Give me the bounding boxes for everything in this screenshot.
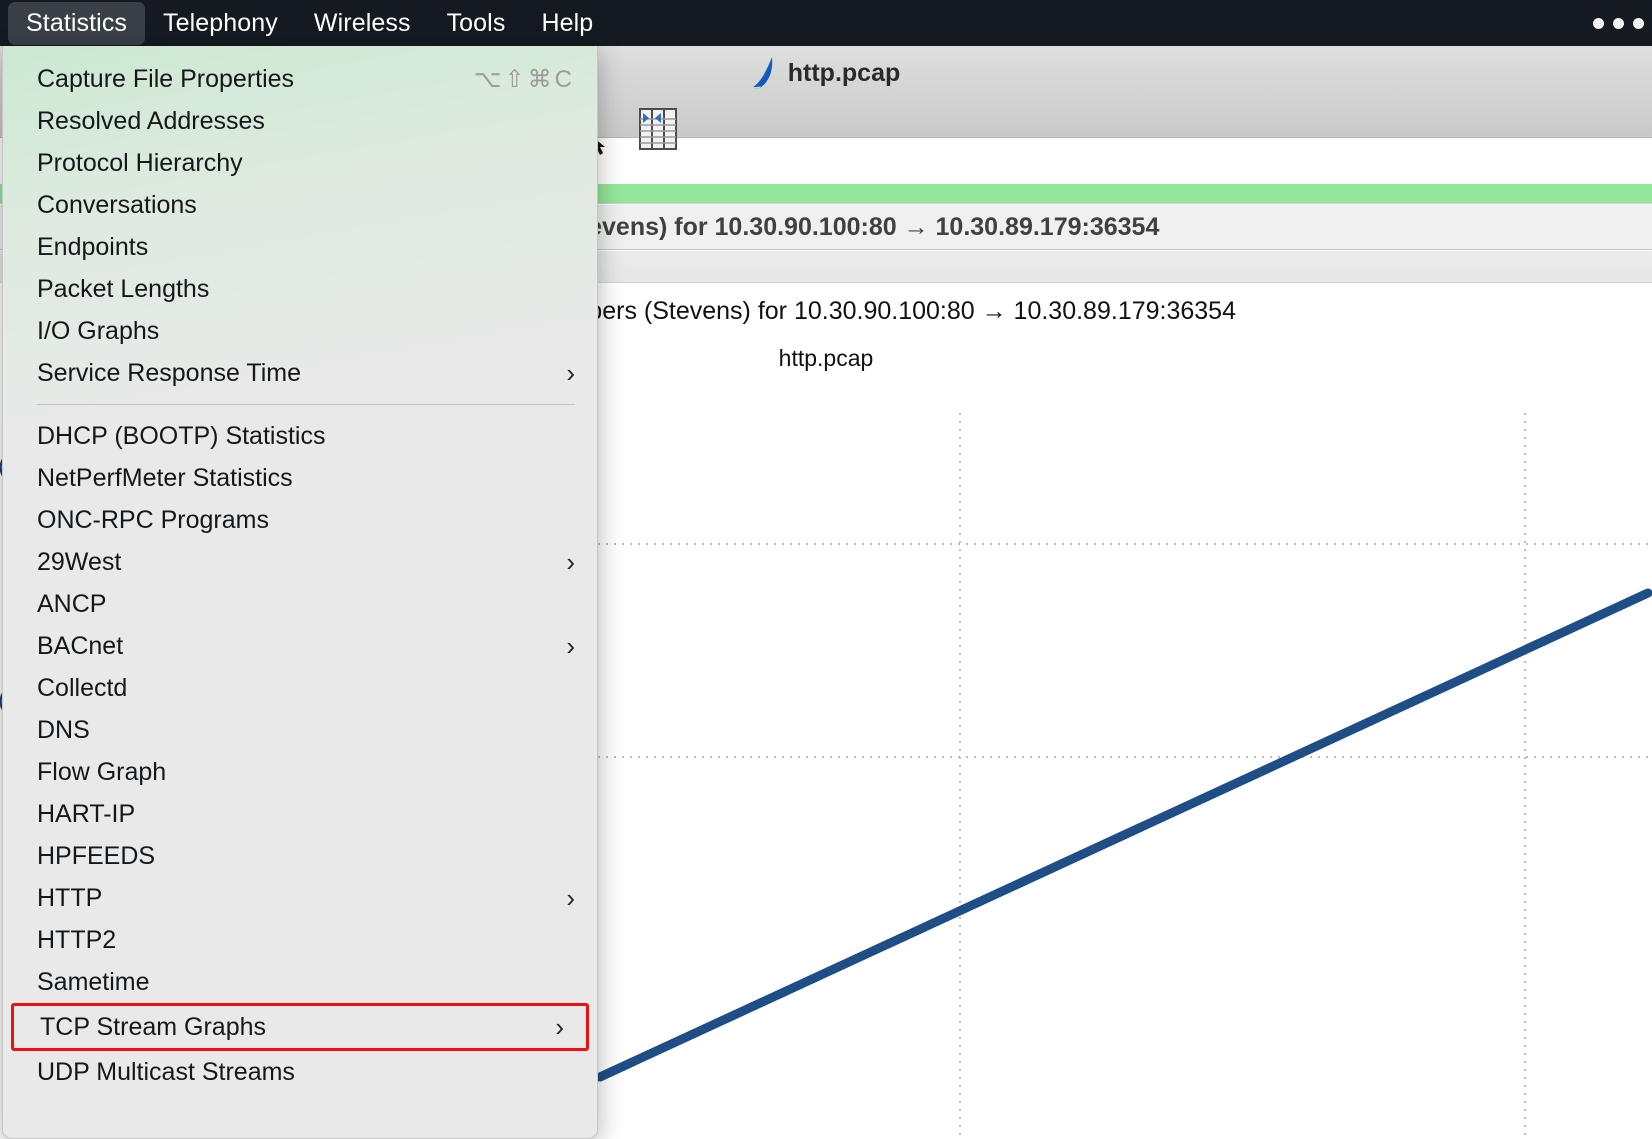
menu-item-label: Resolved Addresses — [37, 106, 265, 135]
menubar-item-telephony[interactable]: Telephony — [145, 2, 296, 45]
menu-item-dns[interactable]: DNS — [3, 709, 597, 751]
menu-item-dhcp-bootp-statistics[interactable]: DHCP (BOOTP) Statistics — [3, 415, 597, 457]
menu-item-label: Protocol Hierarchy — [37, 148, 243, 177]
menu-item-label: ANCP — [37, 589, 107, 618]
menu-item-label: I/O Graphs — [37, 316, 160, 345]
menubar-item-label: Telephony — [163, 8, 278, 37]
menu-item-conversations[interactable]: Conversations — [3, 184, 597, 226]
menu-item-label: NetPerfMeter Statistics — [37, 463, 293, 492]
chevron-right-icon: › — [566, 547, 575, 577]
menubar-item-label: Help — [541, 8, 594, 37]
menu-item-label: Capture File Properties — [37, 64, 295, 93]
menu-item-label: HTTP — [37, 883, 103, 912]
menu-item-label: HTTP2 — [37, 925, 117, 954]
chevron-right-icon: › — [566, 358, 575, 388]
menu-item-shortcut: ⌥⇧⌘C — [473, 65, 575, 93]
column-align-icon[interactable] — [638, 107, 678, 151]
menu-item-label: Flow Graph — [37, 757, 167, 786]
menu-item-capture-file-properties[interactable]: Capture File Properties ⌥⇧⌘C — [3, 58, 597, 100]
menu-item-label: Packet Lengths — [37, 274, 210, 303]
window-title: http.pcap — [787, 58, 901, 87]
menu-item-label: BACnet — [37, 631, 124, 660]
menu-item-label: Collectd — [37, 673, 128, 702]
menubar-item-tools[interactable]: Tools — [429, 2, 524, 45]
menu-item-sametime[interactable]: Sametime — [3, 961, 597, 1003]
menu-item-protocol-hierarchy[interactable]: Protocol Hierarchy — [3, 142, 597, 184]
menu-item-netperfmeter-statistics[interactable]: NetPerfMeter Statistics — [3, 457, 597, 499]
chevron-right-icon: › — [555, 1012, 564, 1042]
statistics-dropdown-menu[interactable]: Capture File Properties ⌥⇧⌘C Resolved Ad… — [2, 46, 598, 1139]
data-line-sequence-numbers — [595, 588, 1652, 1082]
menu-separator — [37, 404, 575, 405]
menu-item-tcp-stream-graphs[interactable]: TCP Stream Graphs › — [11, 1003, 589, 1051]
menu-item-onc-rpc-programs[interactable]: ONC-RPC Programs — [3, 499, 597, 541]
menu-item-endpoints[interactable]: Endpoints — [3, 226, 597, 268]
menu-item-http[interactable]: HTTP › — [3, 877, 597, 919]
menubar-item-wireless[interactable]: Wireless — [296, 2, 429, 45]
menu-item-label: Conversations — [37, 190, 197, 219]
menu-item-label: 29West — [37, 547, 122, 576]
menu-item-hpfeeds[interactable]: HPFEEDS — [3, 835, 597, 877]
menu-item-flow-graph[interactable]: Flow Graph — [3, 751, 597, 793]
menu-item-label: HPFEEDS — [37, 841, 156, 870]
menu-item-udp-multicast-streams[interactable]: UDP Multicast Streams — [3, 1051, 597, 1093]
menu-item-label: Service Response Time — [37, 358, 302, 387]
menu-item-29west[interactable]: 29West › — [3, 541, 597, 583]
menubar-item-label: Statistics — [26, 8, 128, 37]
menu-item-label: Sametime — [37, 967, 150, 996]
menubar-item-label: Wireless — [313, 8, 411, 37]
ellipsis-icon[interactable] — [1593, 17, 1652, 29]
menu-item-packet-lengths[interactable]: Packet Lengths — [3, 268, 597, 310]
menu-item-label: DHCP (BOOTP) Statistics — [37, 421, 326, 450]
menu-item-ancp[interactable]: ANCP — [3, 583, 597, 625]
chevron-right-icon: › — [566, 631, 575, 661]
menu-item-io-graphs[interactable]: I/O Graphs — [3, 310, 597, 352]
menubar[interactable]: Statistics Telephony Wireless Tools Help — [0, 0, 1652, 46]
menu-item-label: DNS — [37, 715, 90, 744]
chevron-right-icon: › — [566, 883, 575, 913]
menu-item-label: UDP Multicast Streams — [37, 1057, 295, 1086]
menu-item-collectd[interactable]: Collectd — [3, 667, 597, 709]
menubar-item-label: Tools — [446, 8, 506, 37]
menu-item-resolved-addresses[interactable]: Resolved Addresses — [3, 100, 597, 142]
menu-item-http2[interactable]: HTTP2 — [3, 919, 597, 961]
menu-item-hart-ip[interactable]: HART-IP — [3, 793, 597, 835]
menu-item-label: HART-IP — [37, 799, 136, 828]
menu-item-service-response-time[interactable]: Service Response Time › — [3, 352, 597, 394]
menu-item-label: TCP Stream Graphs — [40, 1012, 267, 1041]
menu-item-label: ONC-RPC Programs — [37, 505, 269, 534]
menubar-item-statistics[interactable]: Statistics — [8, 1, 146, 45]
menu-item-bacnet[interactable]: BACnet › — [3, 625, 597, 667]
statistics-menu-list: Capture File Properties ⌥⇧⌘C Resolved Ad… — [3, 46, 597, 1093]
wireshark-fin-icon — [752, 57, 772, 89]
menu-item-label: Endpoints — [37, 232, 149, 261]
menubar-item-help[interactable]: Help — [523, 2, 611, 45]
